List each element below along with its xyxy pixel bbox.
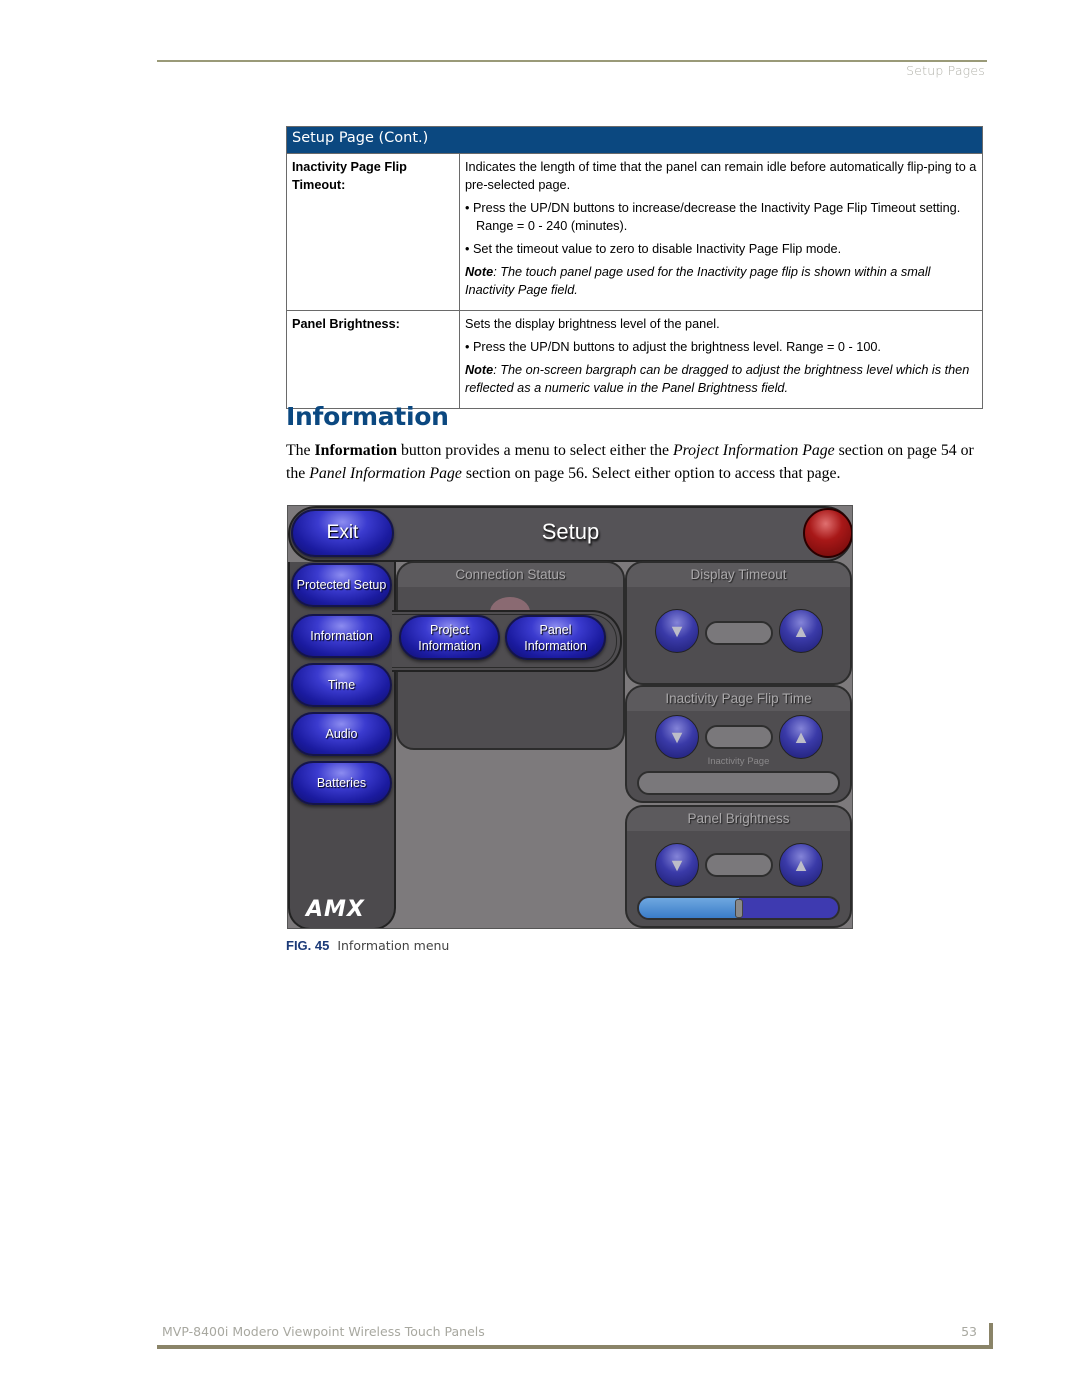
inactivity-page-label: Inactivity Page [707, 756, 770, 767]
bullet-item: • Set the timeout value to zero to disab… [465, 242, 842, 256]
bullet-item: • Press the UP/DN buttons to increase/de… [465, 201, 961, 233]
status-light-icon [803, 508, 852, 558]
display-timeout-value [705, 621, 773, 645]
row-description: Indicates the length of time that the pa… [460, 154, 982, 310]
panel-header: Connection Status [398, 563, 623, 587]
up-arrow-icon[interactable]: ▲ [779, 843, 823, 887]
inactivity-page-field [637, 771, 840, 795]
up-arrow-icon[interactable]: ▲ [779, 609, 823, 653]
down-arrow-icon[interactable]: ▼ [655, 609, 699, 653]
description-text: Sets the display brightness level of the… [465, 317, 720, 331]
panel-header: Inactivity Page Flip Time [627, 687, 850, 711]
inactivity-page-flip-panel: Inactivity Page Flip Time ▼ ▲ Inactivity… [625, 685, 852, 803]
project-information-button[interactable]: Project Information [399, 615, 500, 660]
amx-logo: AMX [306, 897, 365, 922]
sidebar-item-time[interactable]: Time [291, 663, 392, 707]
panel-information-button[interactable]: Panel Information [505, 615, 606, 660]
setup-screenshot: Setup Exit AMX Protected Setup Informati… [287, 505, 853, 929]
setup-table: Setup Page (Cont.) Inactivity Page Flip … [286, 126, 983, 409]
header-rule [157, 60, 987, 62]
exit-button[interactable]: Exit [291, 509, 394, 557]
bullet-item: • Press the UP/DN buttons to adjust the … [465, 340, 881, 354]
down-arrow-icon[interactable]: ▼ [655, 843, 699, 887]
figure-caption: FIG. 45 Information menu [286, 938, 450, 953]
brightness-slider-fill [639, 898, 739, 918]
brightness-value [705, 853, 773, 877]
footer-rule [157, 1345, 993, 1349]
table-row: Inactivity Page Flip Timeout: Indicates … [287, 153, 982, 310]
sidebar-item-audio[interactable]: Audio [291, 712, 392, 756]
brightness-slider-thumb[interactable] [734, 899, 743, 918]
note: Note: The touch panel page used for the … [465, 265, 931, 297]
row-label: Panel Brightness: [287, 311, 460, 408]
panel-header: Display Timeout [627, 563, 850, 587]
sidebar-item-information[interactable]: Information [291, 614, 392, 658]
inactivity-timeout-value [705, 725, 773, 749]
sidebar-item-batteries[interactable]: Batteries [291, 761, 392, 805]
description-text: Indicates the length of time that the pa… [465, 160, 977, 192]
section-body: The Information button provides a menu t… [286, 442, 974, 482]
row-description: Sets the display brightness level of the… [460, 311, 982, 408]
row-label: Inactivity Page Flip Timeout: [287, 154, 460, 310]
footer-rule-tick [989, 1323, 993, 1349]
brightness-slider[interactable] [637, 896, 840, 920]
footer-product: MVP-8400i Modero Viewpoint Wireless Touc… [162, 1324, 485, 1339]
table-title: Setup Page (Cont.) [287, 127, 982, 153]
section-title: Information [286, 402, 449, 431]
sidebar-item-protected-setup[interactable]: Protected Setup [291, 563, 392, 607]
panel-header: Panel Brightness [627, 807, 850, 831]
panel-brightness-panel: Panel Brightness ▼ ▲ [625, 805, 852, 928]
up-arrow-icon[interactable]: ▲ [779, 715, 823, 759]
page-number: 53 [961, 1324, 977, 1339]
running-head: Setup Pages [906, 63, 985, 78]
display-timeout-panel: Display Timeout ▼ ▲ [625, 561, 852, 685]
note: Note: The on-screen bargraph can be drag… [465, 363, 970, 395]
down-arrow-icon[interactable]: ▼ [655, 715, 699, 759]
table-row: Panel Brightness: Sets the display brigh… [287, 310, 982, 408]
